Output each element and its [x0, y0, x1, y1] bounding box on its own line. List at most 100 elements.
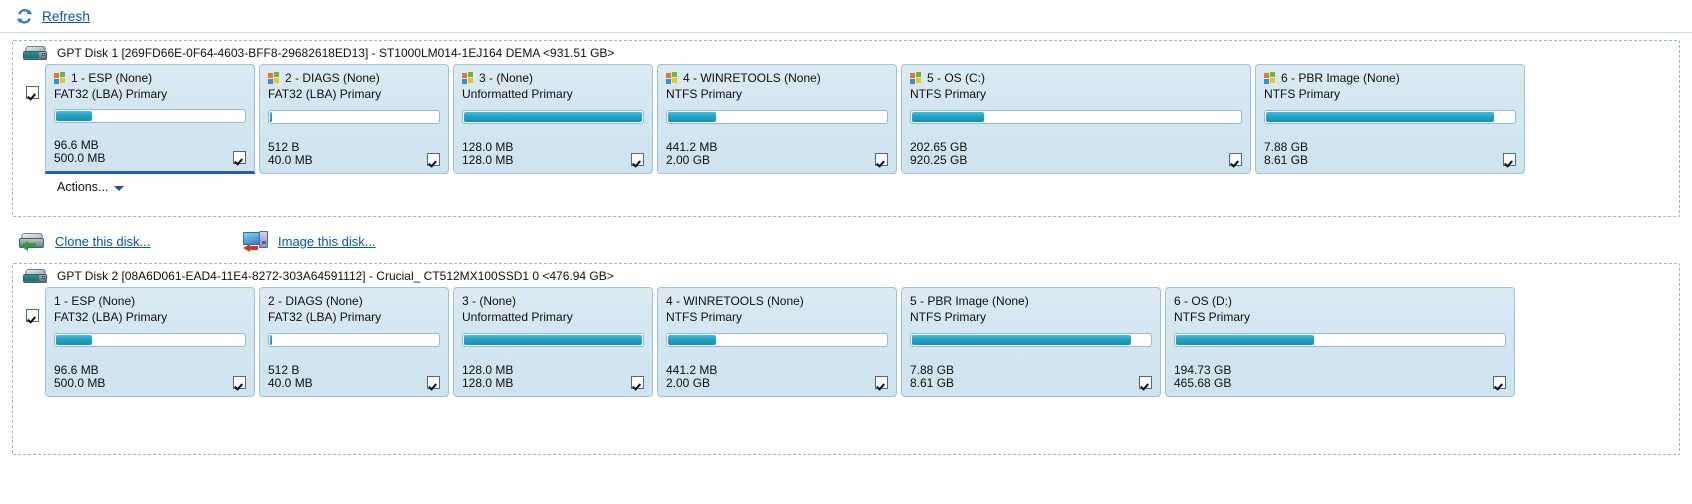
disk-title: GPT Disk 2 [08A6D061-EAD4-11E4-8272-303A… [57, 269, 614, 283]
usage-bar [910, 109, 1242, 124]
partition-card[interactable]: 6 - PBR Image (None) NTFS Primary 7.88 GB 8… [1255, 64, 1525, 174]
partition-card[interactable]: 5 - PBR Image (None) NTFS Primary 7.88 GB 8… [901, 287, 1161, 397]
partition-filesystem: FAT32 (LBA) Primary [54, 87, 168, 101]
image-disk-action[interactable]: Image this disk... [233, 231, 376, 252]
partition-label: 5 - OS (C:) [927, 71, 986, 85]
actions-dropdown[interactable]: Actions... [57, 180, 125, 194]
partition-title-row: 1 - ESP (None) [54, 294, 246, 308]
partition-total-size: 40.0 MB [268, 152, 313, 167]
partition-total-size: 465.68 GB [1174, 375, 1232, 390]
usage-bar [268, 109, 440, 124]
partition-checkbox[interactable] [875, 152, 888, 166]
usage-bar-fill [1176, 334, 1314, 345]
usage-bar [1174, 332, 1506, 347]
partition-footer: 7.88 GB 8.61 GB [1264, 140, 1516, 167]
partition-sizes: 128.0 MB 128.0 MB [462, 363, 514, 390]
partition-footer: 512 B 40.0 MB [268, 363, 440, 390]
partition-card[interactable]: 3 - (None) Unformatted Primary 128.0 MB 128… [453, 287, 653, 397]
partition-checkbox[interactable] [1139, 375, 1152, 389]
partition-footer: 128.0 MB 128.0 MB [462, 140, 644, 167]
partition-label: 4 - WINRETOOLS (None) [666, 294, 804, 308]
usage-bar [910, 332, 1152, 347]
partition-total-size: 128.0 MB [462, 152, 514, 167]
partition-footer: 512 B 40.0 MB [268, 140, 440, 167]
partition-card[interactable]: 5 - OS (C:) NTFS Primary 202.65 GB 920.25 G… [901, 64, 1251, 174]
partition-total-size: 8.61 GB [910, 375, 955, 390]
partition-checkbox[interactable] [631, 375, 644, 389]
usage-bar [666, 109, 888, 124]
partition-label: 2 - DIAGS (None) [285, 71, 380, 85]
partition-checkbox[interactable] [233, 375, 246, 389]
partition-card[interactable]: 1 - ESP (None) FAT32 (LBA) Primary 96.6 MB… [45, 287, 255, 397]
usage-bar-fill [668, 334, 716, 345]
partition-total-size: 128.0 MB [462, 375, 514, 390]
usage-bar-fill [56, 111, 92, 121]
disk-select-all-checkbox[interactable] [25, 86, 39, 99]
toolbar: Refresh [0, 0, 1692, 33]
refresh-icon[interactable] [16, 8, 33, 25]
partition-label: 3 - (None) [479, 71, 534, 85]
partition-checkbox[interactable] [1503, 152, 1516, 166]
image-disk-link[interactable]: Image this disk... [278, 234, 376, 249]
partition-checkbox[interactable] [875, 375, 888, 389]
partition-filesystem: FAT32 (LBA) Primary [268, 310, 382, 324]
partition-checkbox[interactable] [427, 152, 440, 166]
partition-title-row: 2 - DIAGS (None) [268, 294, 440, 308]
partition-filesystem: NTFS Primary [1264, 87, 1340, 101]
usage-bar-fill [270, 334, 272, 345]
disk-panel-disk1: GPT Disk 1 [269FD66E-0F64-4603-BFF8-2968… [12, 40, 1680, 217]
partition-card[interactable]: 2 - DIAGS (None) FAT32 (LBA) Primary 512 B… [259, 64, 449, 174]
partition-row: 1 - ESP (None) FAT32 (LBA) Primary 96.6 MB… [13, 287, 1679, 397]
disk-select-all-checkbox[interactable] [25, 309, 39, 322]
partition-checkbox[interactable] [1229, 152, 1242, 166]
partition-filesystem: NTFS Primary [666, 310, 742, 324]
partition-label: 3 - (None) [462, 294, 517, 308]
partition-card[interactable]: 4 - WINRETOOLS (None) NTFS Primary 441.2 M… [657, 287, 897, 397]
partition-total-size: 920.25 GB [910, 152, 968, 167]
refresh-link[interactable]: Refresh [42, 9, 90, 24]
partition-sizes: 202.65 GB 920.25 GB [910, 140, 968, 167]
usage-bar-fill [270, 111, 272, 122]
partition-checkbox[interactable] [631, 152, 644, 166]
partition-title-row: 5 - OS (C:) [910, 71, 1242, 85]
partition-total-size: 8.61 GB [1264, 152, 1309, 167]
partition-total-size: 2.00 GB [666, 375, 711, 390]
partition-total-size: 2.00 GB [666, 152, 711, 167]
partition-card[interactable]: 1 - ESP (None) FAT32 (LBA) Primary 96.6 MB… [45, 64, 255, 174]
partition-card[interactable]: 4 - WINRETOOLS (None) NTFS Primary 441.2 M… [657, 64, 897, 174]
partition-filesystem: FAT32 (LBA) Primary [54, 310, 168, 324]
windows-flag-icon [268, 72, 280, 84]
usage-bar [54, 109, 246, 123]
partition-footer: 441.2 MB 2.00 GB [666, 363, 888, 390]
disk-header: GPT Disk 2 [08A6D061-EAD4-11E4-8272-303A… [13, 264, 1679, 287]
clone-disk-link[interactable]: Clone this disk... [55, 234, 150, 249]
partition-card[interactable]: 3 - (None) Unformatted Primary 128.0 MB 128… [453, 64, 653, 174]
partition-footer: 7.88 GB 8.61 GB [910, 363, 1152, 390]
select-all-cell [19, 287, 45, 322]
partition-sizes: 441.2 MB 2.00 GB [666, 363, 717, 390]
partition-sizes: 96.6 MB 500.0 MB [54, 363, 105, 390]
drive-icon [22, 45, 48, 61]
partition-filesystem: NTFS Primary [910, 310, 986, 324]
partition-checkbox[interactable] [1493, 375, 1506, 389]
partition-title-row: 3 - (None) [462, 294, 644, 308]
partition-checkbox[interactable] [427, 375, 440, 389]
windows-flag-icon [666, 72, 678, 84]
partition-checkbox[interactable] [233, 151, 246, 164]
windows-flag-icon [910, 72, 922, 84]
actions-label: Actions... [57, 180, 109, 194]
partition-title-row: 2 - DIAGS (None) [268, 71, 440, 85]
partition-footer: 202.65 GB 920.25 GB [910, 140, 1242, 167]
partition-card[interactable]: 2 - DIAGS (None) FAT32 (LBA) Primary 512 B… [259, 287, 449, 397]
clone-disk-action[interactable]: Clone this disk... [18, 232, 233, 251]
partition-title-row: 3 - (None) [462, 71, 644, 85]
partition-filesystem: NTFS Primary [910, 87, 986, 101]
partition-filesystem: Unformatted Primary [462, 310, 573, 324]
windows-flag-icon [54, 72, 66, 84]
partition-footer: 128.0 MB 128.0 MB [462, 363, 644, 390]
usage-bar-fill [464, 111, 642, 122]
partition-title-row: 1 - ESP (None) [54, 71, 246, 85]
partition-sizes: 194.73 GB 465.68 GB [1174, 363, 1232, 390]
partition-card[interactable]: 6 - OS (D:) NTFS Primary 194.73 GB 465.68 G… [1165, 287, 1515, 397]
partition-footer: 96.6 MB 500.0 MB [54, 363, 246, 390]
